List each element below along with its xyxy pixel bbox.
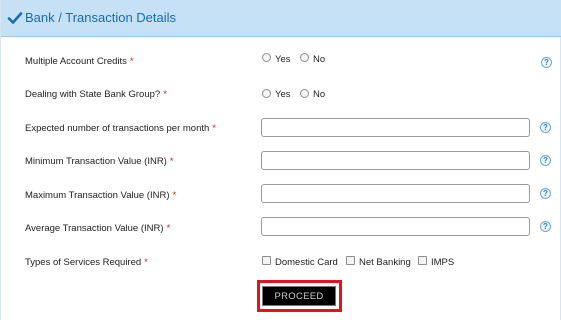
multiple-credits-no-radio[interactable] (300, 53, 309, 62)
required-marker: * (163, 89, 167, 100)
help-icon[interactable]: ? (541, 57, 552, 68)
min-transaction-label: Minimum Transaction Value (INR) * (25, 156, 174, 167)
multiple-account-credits-label: Multiple Account Credits * (25, 56, 134, 67)
section-title: Bank / Transaction Details (25, 10, 177, 25)
imps-label: IMPS (431, 257, 455, 268)
state-bank-yes-label: Yes (275, 89, 291, 100)
avg-transaction-input[interactable] (261, 217, 530, 236)
max-transaction-label: Maximum Transaction Value (INR) * (25, 190, 177, 201)
max-transaction-input[interactable] (261, 184, 530, 203)
min-transaction-input[interactable] (261, 151, 530, 170)
multiple-credits-no-label: No (313, 54, 326, 65)
state-bank-no-label: No (313, 89, 326, 100)
required-marker: * (172, 190, 177, 201)
state-bank-no-radio[interactable] (300, 89, 309, 98)
multiple-credits-yes-radio[interactable] (262, 53, 271, 62)
help-icon[interactable]: ? (540, 122, 551, 133)
help-icon[interactable]: ? (540, 188, 551, 199)
proceed-button[interactable]: PROCEED (262, 286, 336, 306)
state-bank-group-label: Dealing with State Bank Group? * (25, 89, 167, 100)
expected-transactions-input[interactable] (261, 118, 530, 137)
imps-checkbox[interactable] (418, 256, 427, 265)
multiple-credits-yes-label: Yes (275, 54, 291, 65)
help-icon[interactable]: ? (540, 155, 551, 166)
expected-transactions-label: Expected number of transactions per mont… (25, 123, 216, 134)
required-marker: * (212, 123, 216, 134)
required-marker: * (144, 257, 148, 268)
section-header[interactable]: Bank / Transaction Details (1, 0, 561, 37)
required-marker: * (166, 223, 171, 234)
avg-transaction-label: Average Transaction Value (INR) * (25, 223, 171, 234)
required-marker: * (169, 156, 174, 167)
net-banking-label: Net Banking (359, 257, 411, 268)
state-bank-yes-radio[interactable] (262, 89, 271, 98)
checkmark-icon (7, 12, 23, 24)
services-label: Types of Services Required * (25, 257, 148, 268)
required-marker: * (129, 56, 134, 67)
bank-transaction-panel: Bank / Transaction Details Multiple Acco… (0, 0, 561, 320)
domestic-card-checkbox[interactable] (262, 256, 271, 265)
help-icon[interactable]: ? (540, 221, 551, 232)
domestic-card-label: Domestic Card (275, 257, 338, 268)
net-banking-checkbox[interactable] (346, 256, 355, 265)
